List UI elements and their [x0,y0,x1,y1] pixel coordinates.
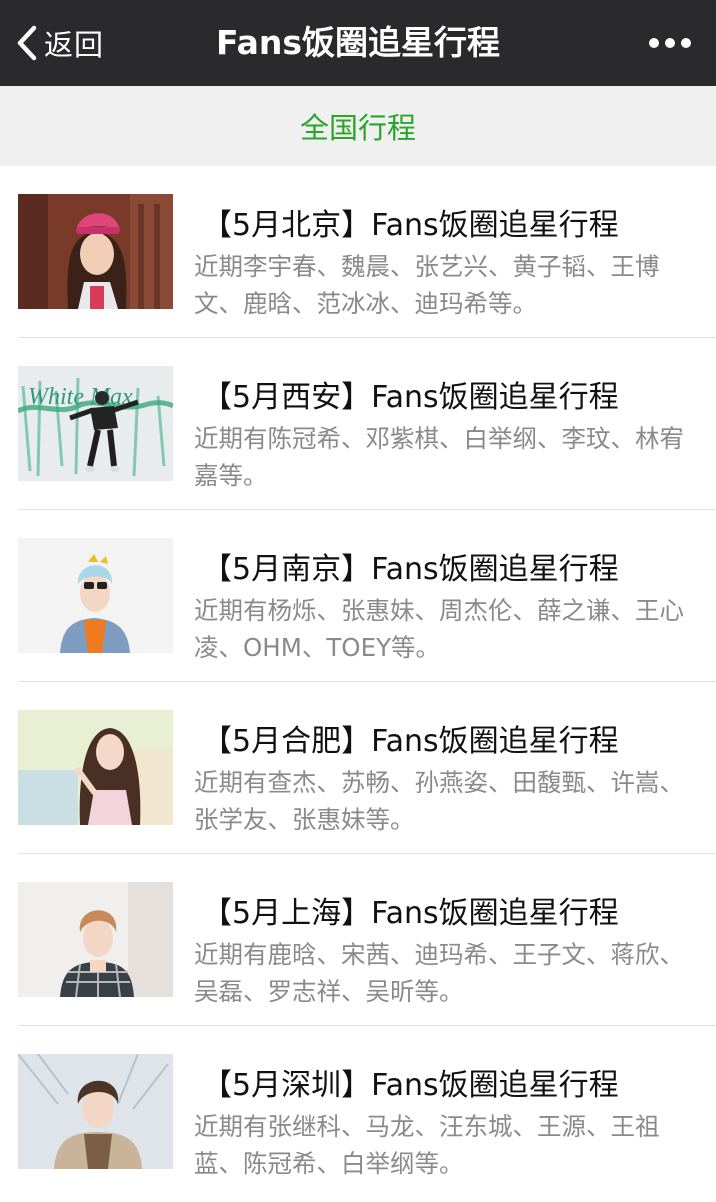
item-title: 【5月西安】Fans饭圈追星行程 [202,380,619,415]
item-title: 【5月上海】Fans饭圈追星行程 [202,896,619,931]
article-thumbnail [18,1054,173,1169]
article-thumbnail [18,538,173,653]
article-thumbnail [18,710,173,825]
list-item[interactable]: White Max 【5月西安】Fans饭圈追星行程 近期有陈冠希、邓紫棋、白举… [18,338,716,510]
graffiti-text: White Max [28,384,133,410]
tab-national-schedule[interactable]: 全国行程 [300,105,416,147]
item-description: 近期有鹿晗、宋茜、迪玛希、王子文、蒋欣、吴磊、罗志祥、吴昕等。 [194,940,684,1006]
more-button[interactable] [646,0,694,86]
item-description: 近期有陈冠希、邓紫棋、白举纲、李玟、林宥嘉等。 [194,424,684,490]
article-thumbnail [18,882,173,997]
back-label: 返回 [44,28,105,62]
item-description: 近期有查杰、苏畅、孙燕姿、田馥甄、许嵩、张学友、张惠妹等。 [194,768,684,834]
more-dots-icon [649,38,691,48]
item-title: 【5月北京】Fans饭圈追星行程 [202,208,619,243]
list-item[interactable]: 【5月上海】Fans饭圈追星行程 近期有鹿晗、宋茜、迪玛希、王子文、蒋欣、吴磊、… [18,854,716,1026]
page-title: Fans饭圈追星行程 [215,23,500,62]
list-item[interactable]: 【5月合肥】Fans饭圈追星行程 近期有查杰、苏畅、孙燕姿、田馥甄、许嵩、张学友… [18,682,716,854]
item-title: 【5月南京】Fans饭圈追星行程 [202,552,619,587]
item-title: 【5月合肥】Fans饭圈追星行程 [202,724,619,759]
item-description: 近期有张继科、马龙、汪东城、王源、王祖蓝、陈冠希、白举纲等。 [194,1112,660,1178]
item-description: 近期有杨烁、张惠妹、周杰伦、薛之谦、王心凌、OHM、TOEY等。 [194,596,684,662]
item-title: 【5月深圳】Fans饭圈追星行程 [202,1068,619,1103]
tab-bar: 全国行程 [0,86,716,166]
list-item[interactable]: 【5月深圳】Fans饭圈追星行程 近期有张继科、马龙、汪东城、王源、王祖蓝、陈冠… [18,1026,716,1198]
chevron-left-icon [17,25,37,61]
list-item[interactable]: 【5月北京】Fans饭圈追星行程 近期李宇春、魏晨、张艺兴、黄子韬、王博文、鹿晗… [18,166,716,338]
article-list: 【5月北京】Fans饭圈追星行程 近期李宇春、魏晨、张艺兴、黄子韬、王博文、鹿晗… [0,166,716,1198]
item-description: 近期李宇春、魏晨、张艺兴、黄子韬、王博文、鹿晗、范冰冰、迪玛希等。 [194,252,660,318]
article-thumbnail [18,194,173,309]
navigation-bar: 返回 Fans饭圈追星行程 [0,0,716,86]
back-button[interactable]: 返回 [16,0,104,86]
article-thumbnail: White Max [18,366,173,481]
list-item[interactable]: 【5月南京】Fans饭圈追星行程 近期有杨烁、张惠妹、周杰伦、薛之谦、王心凌、O… [18,510,716,682]
